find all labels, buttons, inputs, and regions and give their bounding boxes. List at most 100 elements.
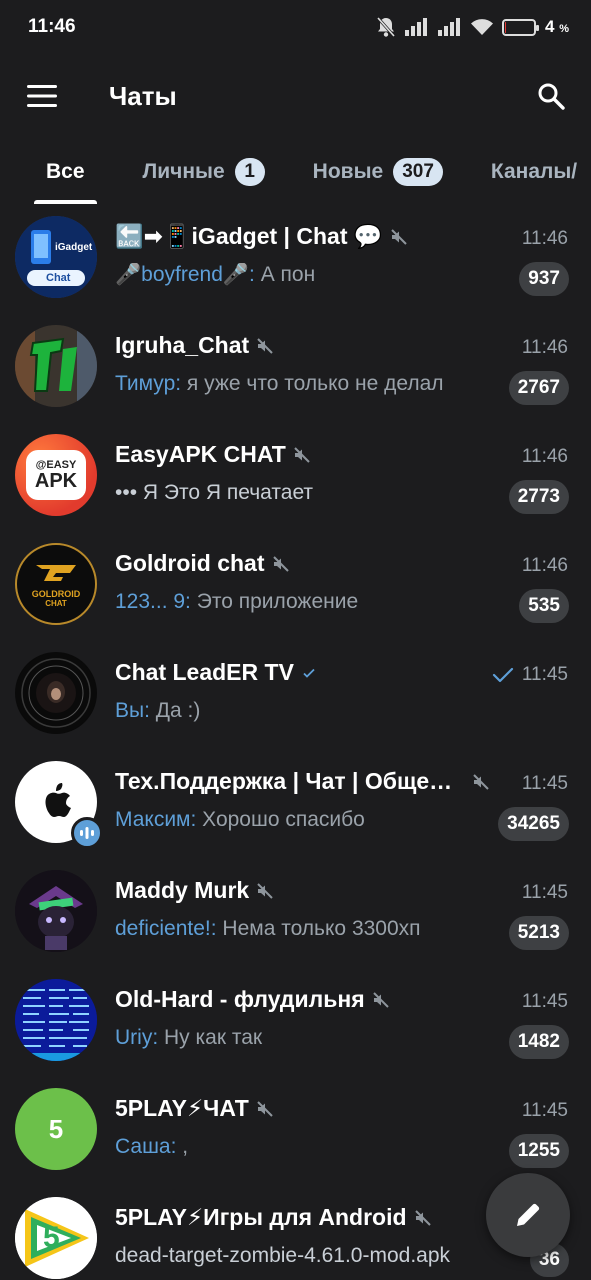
muted-icon	[294, 446, 310, 463]
chat-name: 5PLAY⚡Игры для Android	[115, 1204, 407, 1230]
status-icons: 4 %	[376, 16, 569, 38]
chat-row-leader-tv[interactable]: Chat LeadER TV 11:45 Вы: Да :)	[0, 640, 591, 749]
pencil-icon	[517, 1203, 540, 1226]
chat-name: 5PLAY⚡ЧАТ	[115, 1095, 249, 1121]
avatar-text: @EASY	[35, 458, 77, 471]
chat-time: 11:46	[521, 446, 568, 467]
audio-wave-icon	[80, 827, 94, 839]
unread-count: 937	[519, 262, 569, 296]
avatar	[15, 325, 97, 407]
chat-title: Тех.Поддержка | Чат | Общение	[115, 768, 490, 795]
chat-title: 🔙➡📱iGadget | Chat 💬	[115, 223, 408, 250]
muted-icon	[390, 228, 407, 245]
unread-count: 1482	[508, 1025, 569, 1059]
chat-name: Maddy Murk	[115, 877, 250, 903]
tab-personal[interactable]: Личные 1	[143, 140, 265, 204]
unread-count: 1255	[508, 1134, 569, 1168]
avatar-text: APK	[34, 469, 78, 492]
avatar	[15, 979, 97, 1061]
chat-preview: dead-target-zombie-4.61.0-mod.apk	[115, 1244, 490, 1268]
clock: 11:46	[28, 16, 76, 37]
chat-row-easyapk[interactable]: @EASY APK EasyAPK CHAT 11:46 ••• Я Это Я…	[0, 422, 591, 531]
chat-row-igruha[interactable]: Igruha_Chat 11:46 Тимур: я уже что тольк…	[0, 313, 591, 422]
unread-count: 2767	[508, 371, 569, 405]
page-title: Чаты	[109, 80, 177, 111]
unread-badge: 307	[393, 158, 443, 186]
chat-name: Igruha_Chat	[115, 332, 250, 358]
sender-name: Саша:	[115, 1135, 177, 1158]
tab-channels[interactable]: Каналы/	[491, 140, 577, 204]
avatar-text: CHAT	[45, 598, 67, 608]
chat-title: Igruha_Chat	[115, 332, 274, 359]
chat-title: EasyAPK CHAT	[115, 441, 311, 468]
avatar: @EASY APK	[15, 434, 97, 516]
chat-time: 11:45	[521, 773, 568, 794]
goldroid-logo-icon	[36, 564, 76, 581]
chat-row-old-hard[interactable]: Old-Hard - флудильня 11:45 Uriy: Ну как …	[0, 967, 591, 1076]
sender-name: Вы:	[115, 699, 150, 722]
sender-name: 123... 9:	[115, 590, 191, 613]
avatar: 5	[15, 1088, 97, 1170]
avatar-initial: 5	[43, 1221, 60, 1254]
chat-title: Goldroid chat	[115, 550, 290, 577]
muted-icon	[257, 337, 273, 354]
avatar-text: Chat	[46, 272, 71, 284]
search-icon	[538, 83, 565, 110]
unread-count: 5213	[508, 916, 569, 950]
chat-row-tech-support[interactable]: Тех.Поддержка | Чат | Общение 11:45 Макс…	[0, 749, 591, 858]
menu-button[interactable]	[0, 60, 84, 132]
unread-count: 34265	[498, 807, 569, 841]
avatar-text: iGadget	[55, 242, 93, 253]
read-check-icon	[492, 667, 513, 683]
battery-icon	[502, 18, 540, 36]
wifi-icon	[471, 19, 494, 35]
maddy-murk-logo-icon	[15, 870, 97, 952]
unread-badge: 1	[234, 158, 265, 186]
search-button[interactable]	[511, 60, 591, 132]
chat-row-goldroid[interactable]: GOLDROID CHAT Goldroid chat 11:46 123...…	[0, 531, 591, 640]
signal-icon-2	[438, 18, 461, 36]
chat-time: 11:45	[521, 991, 568, 1012]
new-message-button[interactable]	[486, 1173, 570, 1257]
sender-name: Тимур:	[115, 372, 182, 395]
sender-name: Максим:	[115, 808, 197, 831]
leader-tv-logo-icon	[16, 653, 96, 733]
chat-preview: ••• Я Это Я печатает	[115, 481, 475, 505]
chat-title: 5PLAY⚡Игры для Android	[115, 1204, 432, 1231]
tab-new[interactable]: Новые 307	[313, 140, 443, 204]
avatar	[15, 761, 103, 849]
chat-row-maddy-murk[interactable]: Maddy Murk 11:45 deficiente!: Нема тольк…	[0, 858, 591, 967]
igruha-logo-icon	[15, 325, 97, 407]
chat-time: 11:46	[521, 555, 568, 576]
avatar-initial: 5	[48, 1113, 64, 1144]
chat-row-5play-chat[interactable]: 5 5PLAY⚡ЧАТ 11:45 Саша: , 1255	[0, 1076, 591, 1185]
chat-name: EasyAPK CHAT	[115, 441, 286, 467]
message-text: ••• Я Это Я печатает	[115, 481, 314, 504]
chat-preview: Вы: Да :)	[115, 699, 475, 723]
chat-title: Old-Hard - флудильня	[115, 986, 390, 1013]
avatar	[15, 652, 97, 734]
chat-time: 11:45	[521, 882, 568, 903]
message-text: Да :)	[149, 699, 201, 722]
tab-all[interactable]: Все	[34, 140, 96, 204]
chat-row-igadget[interactable]: iGadget Chat 🔙➡📱iGadget | Chat 💬 11:46 🎤…	[0, 204, 591, 313]
app-bar: Чаты	[0, 60, 591, 132]
chat-preview: Uriy: Ну как так	[115, 1026, 475, 1050]
chat-preview: deficiente!: Нема только 3300хп	[115, 917, 475, 941]
chat-time: 11:46	[521, 337, 568, 358]
battery-percent: 4 %	[545, 17, 569, 36]
chat-preview: 123... 9: Это приложение	[115, 590, 475, 614]
unread-count: 2773	[508, 480, 569, 514]
message-text: ,	[176, 1135, 189, 1158]
message-text: я уже что только не делал	[181, 372, 444, 395]
message-text: Ну как так	[158, 1026, 263, 1049]
apple-logo-icon	[45, 783, 71, 817]
muted-icon	[473, 773, 489, 790]
chat-name: Тех.Поддержка | Чат | Общение	[115, 768, 465, 794]
muted-icon	[257, 1100, 273, 1117]
chat-name: Chat LeadER TV	[115, 659, 294, 685]
chat-time: 11:45	[521, 1100, 568, 1121]
igadget-logo-icon	[15, 216, 97, 298]
sender-name: 🎤boyfrend🎤:	[115, 263, 255, 286]
tab-label: Каналы/	[490, 160, 578, 183]
